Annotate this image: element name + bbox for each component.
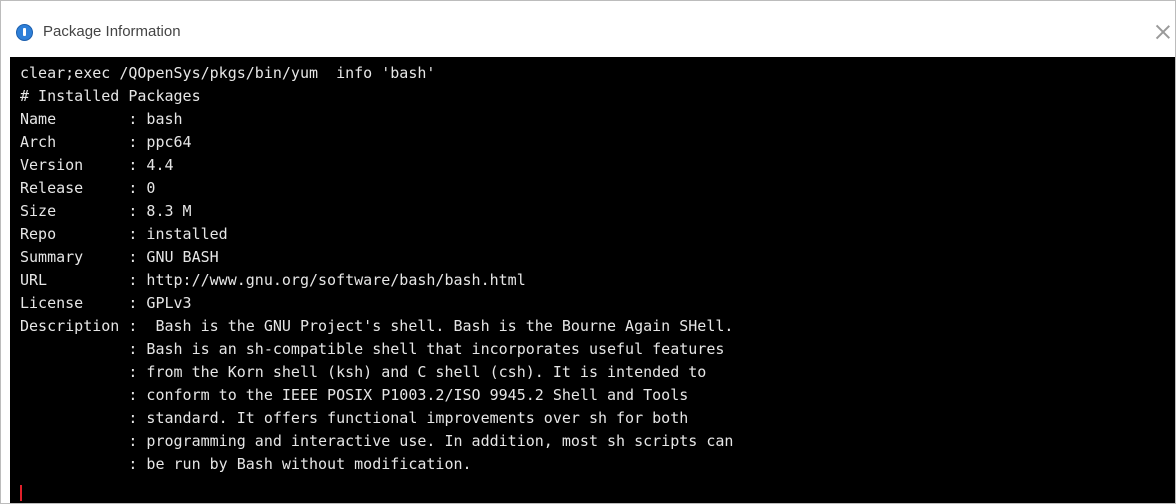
output-line: Repo : installed	[20, 225, 228, 243]
terminal-output[interactable]: clear;exec /QOpenSys/pkgs/bin/yum info '…	[10, 57, 1175, 503]
output-line: Size : 8.3 M	[20, 202, 192, 220]
output-line: : conform to the IEEE POSIX P1003.2/ISO …	[20, 386, 689, 404]
output-line: : be run by Bash without modification.	[20, 455, 472, 473]
text-cursor	[20, 485, 22, 501]
output-line: Name : bash	[20, 110, 183, 128]
package-information-window: Package Information clear;exec /QOpenSys…	[0, 0, 1176, 504]
output-line: : programming and interactive use. In ad…	[20, 432, 734, 450]
output-line: Arch : ppc64	[20, 133, 192, 151]
terminal-lines: clear;exec /QOpenSys/pkgs/bin/yum info '…	[20, 62, 733, 476]
close-icon[interactable]	[1153, 22, 1173, 42]
info-icon	[16, 24, 33, 41]
output-line: Version : 4.4	[20, 156, 174, 174]
output-line: Description : Bash is the GNU Project's …	[20, 317, 734, 335]
output-line: # Installed Packages	[20, 87, 201, 105]
output-line: URL : http://www.gnu.org/software/bash/b…	[20, 271, 526, 289]
output-line: : standard. It offers functional improve…	[20, 409, 689, 427]
window-title: Package Information	[43, 23, 181, 40]
output-line: : from the Korn shell (ksh) and C shell …	[20, 363, 707, 381]
output-line: Release : 0	[20, 179, 156, 197]
output-line: Summary : GNU BASH	[20, 248, 219, 266]
command-line: clear;exec /QOpenSys/pkgs/bin/yum info '…	[20, 64, 436, 82]
output-line: : Bash is an sh-compatible shell that in…	[20, 340, 725, 358]
title-bar: Package Information	[1, 1, 1175, 53]
output-line: License : GPLv3	[20, 294, 192, 312]
